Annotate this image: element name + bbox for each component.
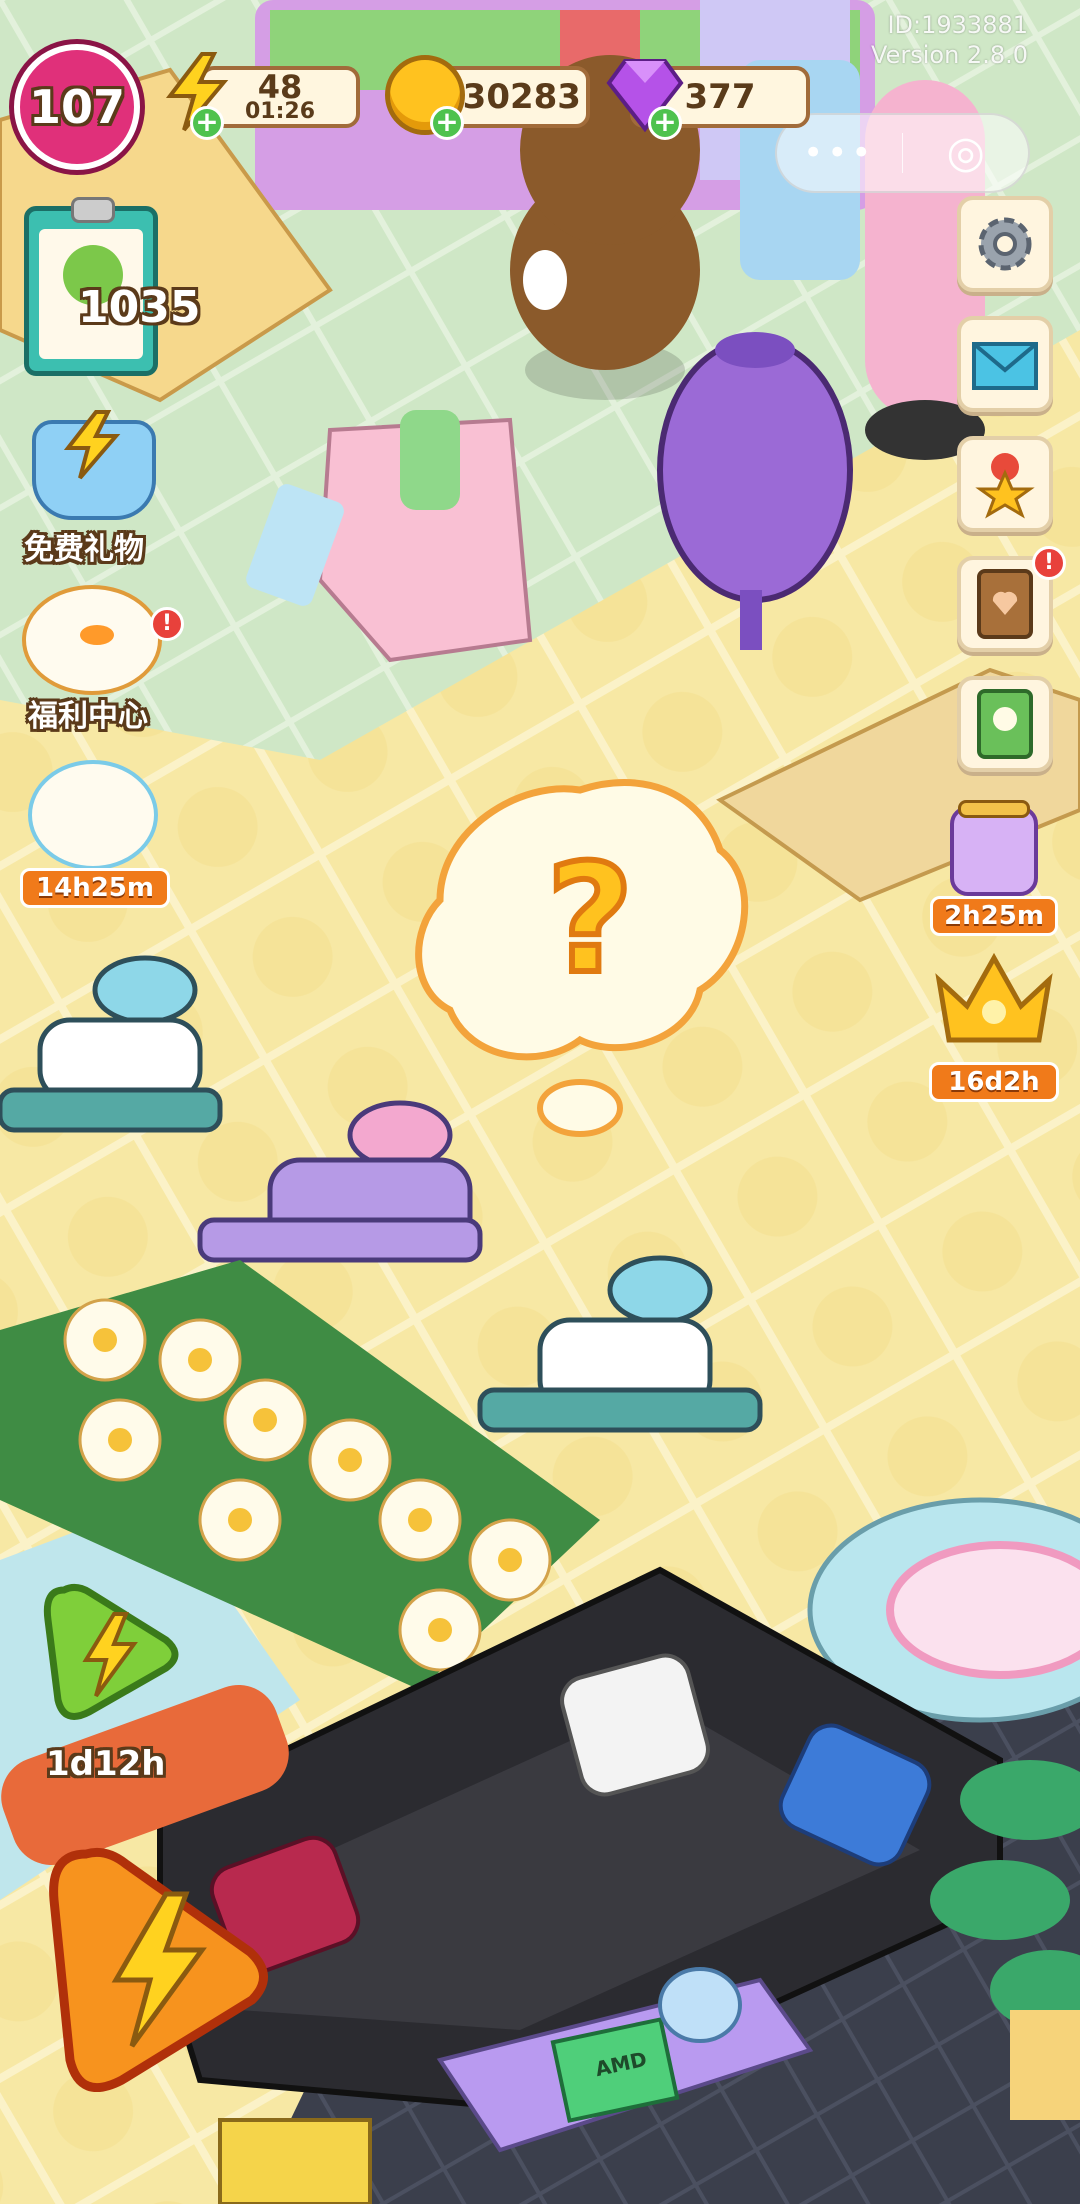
task-count: 1035 [78, 282, 201, 333]
main-boost-button[interactable] [36, 1840, 276, 2110]
thought-bubble[interactable]: ? [470, 820, 710, 1020]
settings-button[interactable] [957, 196, 1053, 292]
watermark: ID:1933881 Version 2.8.0 [871, 10, 1028, 70]
energy-value: 48 [257, 68, 303, 106]
gem-jar-timer: 2h25m [930, 896, 1058, 936]
user-id-text: ID:1933881 [887, 11, 1028, 39]
duck-beak-icon [80, 625, 114, 645]
book-heart-icon [977, 569, 1033, 639]
question-mark-icon: ? [543, 833, 636, 1007]
recipe-book-alert-badge: ! [1032, 546, 1066, 580]
gear-icon [978, 217, 1032, 271]
more-button[interactable]: ••• [777, 133, 902, 173]
vip-crown-button[interactable]: 16d2h [925, 950, 1063, 1102]
green-lightning-icon [43, 1583, 179, 1720]
coin-add-button[interactable]: + [430, 106, 464, 140]
green-boost-timer: 1d12h [46, 1744, 166, 1784]
miniprogram-capsule: ••• ◎ [775, 113, 1030, 193]
event-timer: 14h25m [20, 868, 170, 908]
gift-lightning-icon [62, 410, 122, 480]
medal-icon [975, 453, 1035, 519]
welfare-center-button[interactable]: ! 福利中心 [10, 585, 184, 735]
vip-crown-timer: 16d2h [929, 1062, 1059, 1102]
gem-jar-button[interactable]: 2h25m [928, 800, 1060, 936]
level-number: 107 [28, 80, 126, 134]
welfare-center-alert-badge: ! [150, 607, 184, 641]
envelope-icon [972, 342, 1038, 390]
event-pack-button[interactable]: 14h25m [14, 760, 174, 910]
duck-event-icon [28, 760, 158, 870]
orange-lightning-icon [49, 1847, 268, 2093]
clipboard-clip-icon [71, 197, 115, 223]
gem-value: 377 [684, 77, 756, 117]
version-text: Version 2.8.0 [871, 41, 1028, 69]
energy-timer: 01:26 [244, 99, 316, 124]
gem-jar-lid-icon [958, 800, 1030, 818]
mail-button[interactable] [957, 316, 1053, 412]
free-gift-button[interactable]: 免费礼物 [14, 410, 174, 570]
energy-add-button[interactable]: + [190, 106, 224, 140]
close-miniprogram-button[interactable]: ◎ [903, 131, 1028, 175]
free-gift-label: 免费礼物 [24, 532, 144, 567]
gem-add-button[interactable]: + [648, 106, 682, 140]
green-boost-button[interactable]: 1d12h [34, 1580, 184, 1784]
crown-icon [935, 952, 1053, 1043]
achievement-button[interactable] [957, 436, 1053, 532]
gem-jar-icon [950, 806, 1038, 896]
level-badge[interactable]: 107 [14, 44, 140, 170]
guide-book-button[interactable] [957, 676, 1053, 772]
green-book-icon [977, 689, 1033, 759]
welfare-center-label: 福利中心 [28, 699, 148, 734]
